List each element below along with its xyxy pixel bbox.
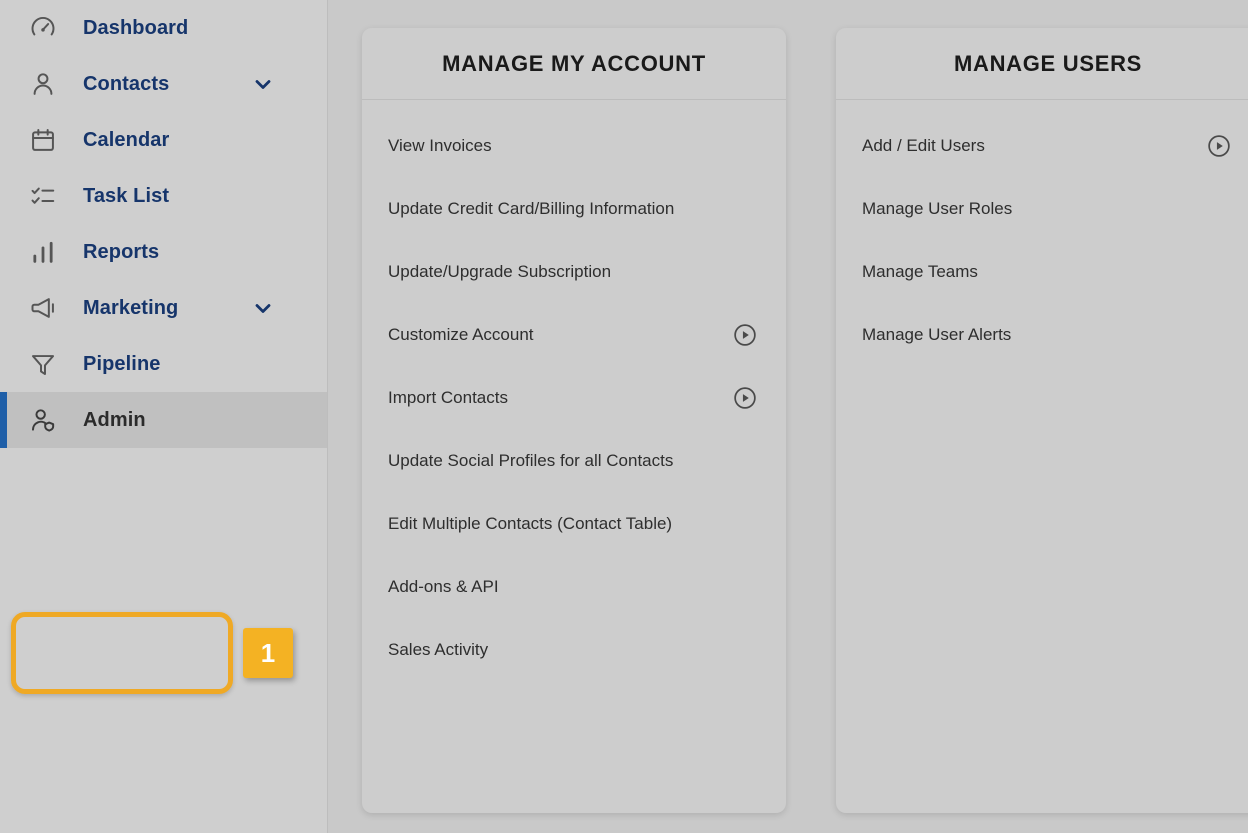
menu-item-label: Import Contacts (388, 387, 508, 407)
menu-item-customize-account[interactable]: Customize Account (362, 303, 786, 366)
play-circle-icon[interactable] (1206, 133, 1232, 159)
panel-body: Add / Edit Users Manage User Roles Manage … (836, 100, 1248, 366)
menu-item-label: Manage User Alerts (862, 324, 1012, 344)
bar-chart-icon (26, 235, 60, 269)
gauge-icon (26, 11, 60, 45)
menu-item-label: Add / Edit Users (862, 135, 985, 155)
checklist-icon (26, 179, 60, 213)
panel-manage-my-account: MANAGE MY ACCOUNT View Invoices Update Cr… (362, 28, 786, 813)
menu-item-label: Manage Teams (862, 261, 978, 281)
menu-item-label: Update Credit Card/Billing Information (388, 198, 675, 218)
menu-item-label: Add-ons & API (388, 576, 499, 596)
user-admin-icon (26, 403, 60, 437)
sidebar-item-pipeline[interactable]: Pipeline (0, 336, 327, 392)
menu-item-manage-user-roles[interactable]: Manage User Roles (836, 177, 1248, 240)
menu-item-edit-multiple-contacts-contact-table[interactable]: Edit Multiple Contacts (Contact Table) (362, 492, 786, 555)
main-sidebar: Dashboard Contacts Calendar Task List Report… (0, 0, 328, 833)
sidebar-item-marketing[interactable]: Marketing (0, 280, 327, 336)
menu-item-add-ons-api[interactable]: Add-ons & API (362, 555, 786, 618)
sidebar-item-label: Pipeline (83, 352, 161, 375)
sidebar-item-reports[interactable]: Reports (0, 224, 327, 280)
sidebar-item-contacts[interactable]: Contacts (0, 56, 327, 112)
sidebar-item-task-list[interactable]: Task List (0, 168, 327, 224)
menu-item-label: Edit Multiple Contacts (Contact Table) (388, 513, 673, 533)
sidebar-item-label: Reports (83, 240, 160, 263)
menu-item-label: Update Social Profiles for all Contacts (388, 450, 674, 470)
sidebar-item-label: Contacts (83, 72, 170, 95)
menu-item-import-contacts[interactable]: Import Contacts (362, 366, 786, 429)
app-root: Dashboard Contacts Calendar Task List Report… (0, 0, 1248, 833)
calendar-icon (26, 123, 60, 157)
sidebar-item-label: Dashboard (83, 16, 189, 39)
chevron-down-icon[interactable] (251, 296, 275, 320)
menu-item-add-edit-users[interactable]: Add / Edit Users (836, 114, 1248, 177)
panel-header: MANAGE MY ACCOUNT (362, 28, 786, 100)
play-circle-icon[interactable] (732, 385, 758, 411)
sidebar-item-dashboard[interactable]: Dashboard (0, 0, 327, 56)
menu-item-label: View Invoices (388, 135, 492, 155)
sidebar-item-calendar[interactable]: Calendar (0, 112, 327, 168)
menu-item-label: Customize Account (388, 324, 534, 344)
step-number-badge: 1 (243, 628, 293, 678)
panel-manage-users: MANAGE USERS Add / Edit Users Manage User… (836, 28, 1248, 813)
panel-title: MANAGE USERS (953, 50, 1143, 76)
menu-item-sales-activity[interactable]: Sales Activity (362, 618, 786, 681)
sidebar-item-label: Marketing (83, 296, 179, 319)
menu-item-update-upgrade-subscription[interactable]: Update/Upgrade Subscription (362, 240, 786, 303)
sidebar-item-label: Calendar (83, 128, 170, 151)
menu-item-update-credit-card-billing-information[interactable]: Update Credit Card/Billing Information (362, 177, 786, 240)
person-icon (26, 67, 60, 101)
funnel-icon (26, 347, 60, 381)
megaphone-icon (26, 291, 60, 325)
panel-body: View Invoices Update Credit Card/Billing … (362, 100, 786, 681)
menu-item-manage-user-alerts[interactable]: Manage User Alerts (836, 303, 1248, 366)
play-circle-icon[interactable] (732, 322, 758, 348)
sidebar-item-admin[interactable]: Admin (0, 392, 327, 448)
panel-header: MANAGE USERS (836, 28, 1248, 100)
menu-item-view-invoices[interactable]: View Invoices (362, 114, 786, 177)
sidebar-item-label: Task List (83, 184, 170, 207)
active-indicator-bar (0, 392, 7, 448)
menu-item-label: Sales Activity (388, 639, 489, 659)
menu-item-update-social-profiles-for-all-contacts[interactable]: Update Social Profiles for all Contacts (362, 429, 786, 492)
menu-item-label: Update/Upgrade Subscription (388, 261, 612, 281)
chevron-down-icon[interactable] (251, 72, 275, 96)
panel-title: MANAGE MY ACCOUNT (442, 50, 706, 76)
sidebar-item-label: Admin (83, 408, 146, 431)
menu-item-manage-teams[interactable]: Manage Teams (836, 240, 1248, 303)
menu-item-label: Manage User Roles (862, 198, 1013, 218)
